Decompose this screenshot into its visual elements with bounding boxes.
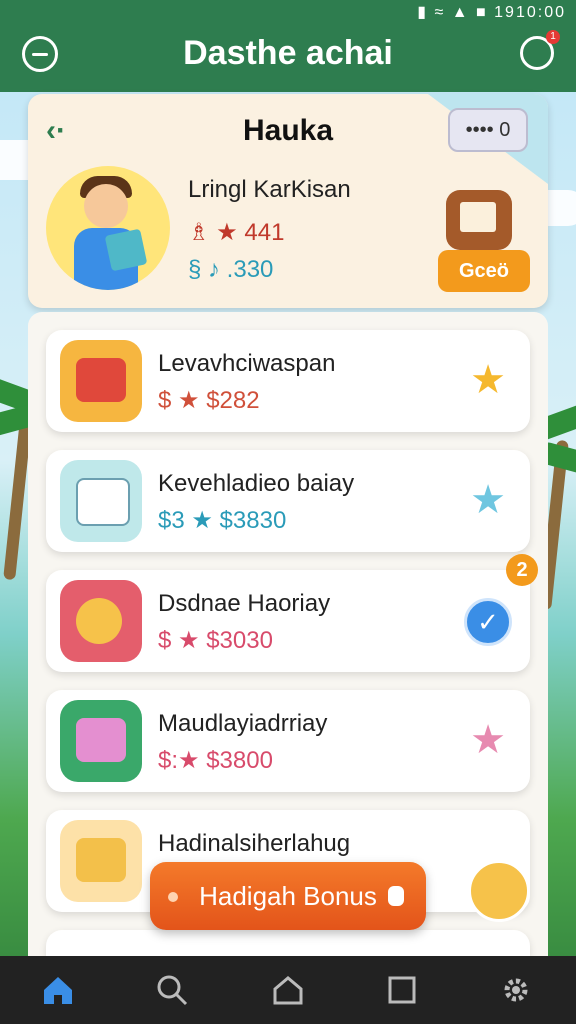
list-item[interactable]: Maudlayiadrriay $:★ $3800 ★ xyxy=(46,690,530,792)
phone-flower-icon xyxy=(60,820,142,902)
list-item-title: Levavhciwaspan xyxy=(158,350,336,377)
list-item-meta: $ ★ $3030 xyxy=(158,627,273,654)
check-icon[interactable]: ✓ xyxy=(464,598,512,646)
list-item[interactable]: Dsdnae Haoriay $ ★ $3030 ✓ 2 xyxy=(46,554,538,672)
status-icons: ▮ ≈ ▲ ■ 1910:00 xyxy=(417,2,566,22)
gift-icon[interactable] xyxy=(468,860,530,922)
list-item-title: Kevehladieo baiay xyxy=(158,470,355,497)
square-icon[interactable] xyxy=(382,970,422,1010)
wifi-icon: ≈ xyxy=(434,4,446,21)
brush-icon xyxy=(60,580,142,662)
list-item-meta: $ ★ $282 xyxy=(158,387,260,414)
home-icon[interactable] xyxy=(38,970,78,1010)
list-item[interactable] xyxy=(46,930,530,956)
certificate-icon xyxy=(446,190,512,250)
list-item-title: Maudlayiadrriay xyxy=(158,710,328,737)
more-button[interactable]: •••• 0 xyxy=(448,108,528,152)
search-icon[interactable] xyxy=(152,970,192,1010)
battery-icon: ■ xyxy=(476,4,488,21)
document-icon xyxy=(60,460,142,542)
signal-icon: ▲ xyxy=(451,4,470,21)
bottom-nav xyxy=(0,956,576,1024)
profile-stat-two: § ♪ .330 xyxy=(188,256,274,283)
status-bar: ▮ ≈ ▲ ■ 1910:00 xyxy=(0,0,576,22)
house-outline-icon[interactable] xyxy=(268,970,308,1010)
bonus-dot-icon xyxy=(388,886,404,906)
gift-box-icon xyxy=(60,340,142,422)
profile-stat-one: ♗ ★ 441 xyxy=(188,219,285,246)
profile-card: ‹· Hauka •••• 0 Lringl KarKisan ♗ ★ 441 … xyxy=(28,94,548,308)
sim-icon: ▮ xyxy=(417,4,429,21)
count-badge: 2 xyxy=(506,554,538,586)
avatar xyxy=(46,166,170,290)
collect-button[interactable]: Gceö xyxy=(438,250,530,292)
app-title: Dasthe achai xyxy=(183,34,393,72)
list-item-meta: $:★ $3800 xyxy=(158,747,273,774)
bonus-button[interactable]: Hadigah Bonus xyxy=(150,862,426,930)
star-icon[interactable]: ★ xyxy=(464,716,512,764)
bonus-dot-icon xyxy=(168,892,178,902)
list-item[interactable]: Kevehladieo baiay $3 ★ $3830 ★ xyxy=(46,450,530,552)
list-item[interactable]: Levavhciwaspan $ ★ $282 ★ xyxy=(46,330,530,432)
star-icon[interactable]: ★ xyxy=(464,476,512,524)
star-icon[interactable]: ★ xyxy=(464,356,512,404)
app-bar: Dasthe achai 1 xyxy=(0,22,576,92)
settings-icon[interactable] xyxy=(496,970,536,1010)
list-item-meta: $3 ★ $3830 xyxy=(158,507,287,534)
list-item-title: Hadinalsiherlahug xyxy=(158,830,351,857)
list-item-title: Dsdnae Haoriay xyxy=(158,590,331,617)
clock: 1910:00 xyxy=(494,4,566,21)
notification-badge: 1 xyxy=(546,30,560,44)
profile-name: Lringl KarKisan xyxy=(188,176,351,203)
house-book-icon xyxy=(60,700,142,782)
bonus-button-label: Hadigah Bonus xyxy=(199,881,377,911)
